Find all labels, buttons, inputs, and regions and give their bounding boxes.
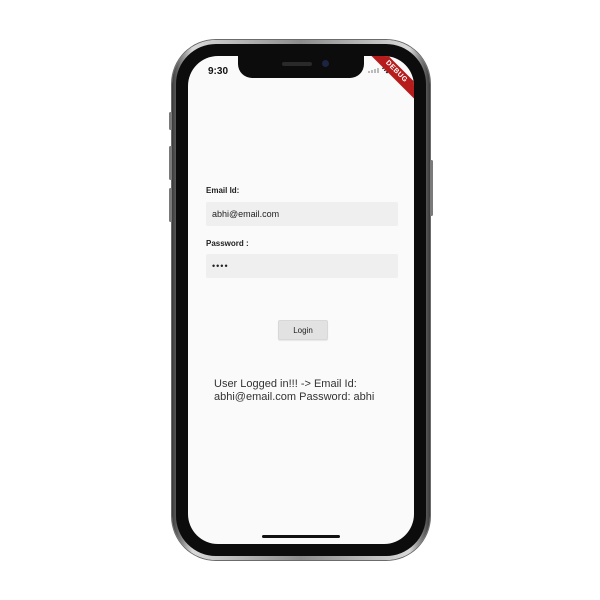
volume-down-button bbox=[169, 188, 172, 222]
phone-frame: 9:30 DEBUG Email Id: abhi@email.com Pass… bbox=[169, 40, 433, 560]
home-indicator bbox=[262, 535, 340, 538]
email-label: Email Id: bbox=[206, 186, 240, 195]
password-label: Password : bbox=[206, 239, 249, 248]
phone-bezel: 9:30 DEBUG Email Id: abhi@email.com Pass… bbox=[176, 44, 426, 556]
notch bbox=[238, 56, 364, 78]
app-screen: 9:30 DEBUG Email Id: abhi@email.com Pass… bbox=[188, 56, 414, 544]
speaker-grille bbox=[282, 62, 312, 66]
volume-up-button bbox=[169, 146, 172, 180]
camera-icon bbox=[322, 60, 329, 67]
status-time: 9:30 bbox=[208, 66, 229, 77]
email-field[interactable] bbox=[206, 202, 398, 226]
login-button[interactable]: Login bbox=[278, 320, 328, 340]
silent-switch bbox=[169, 112, 172, 130]
password-field[interactable] bbox=[206, 254, 398, 278]
stage: 9:30 DEBUG Email Id: abhi@email.com Pass… bbox=[0, 0, 600, 600]
login-result-message: User Logged in!!! -> Email Id: abhi@emai… bbox=[214, 378, 375, 403]
debug-banner: DEBUG bbox=[363, 56, 414, 105]
signal-icon bbox=[368, 67, 379, 73]
power-button bbox=[430, 160, 433, 216]
